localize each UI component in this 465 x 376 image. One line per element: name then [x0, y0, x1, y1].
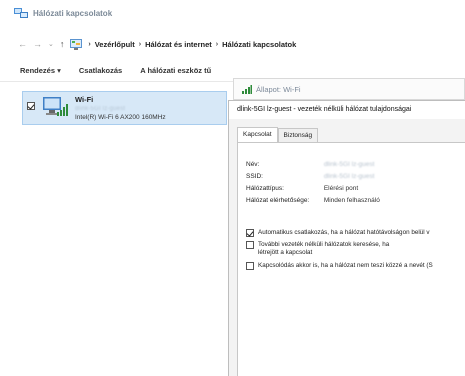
breadcrumb-control-panel[interactable]: Vezérlőpult [95, 40, 135, 49]
title-bar: Hálózati kapcsolatok [0, 0, 465, 26]
organize-dropdown-icon: ▾ [57, 66, 61, 75]
name-label: Név: [246, 161, 260, 168]
ssid-row: SSID: dlink-5GI lz-guest [246, 173, 374, 180]
wireless-properties-dialog: dlink-5GI lz-guest - vezeték nélküli hál… [228, 100, 465, 376]
adapter-network-name: dlink-5GI lz-guest [75, 106, 126, 112]
address-bar: ← → ⌄ ↑ › Vezérlőpult › Hálózat és inter… [0, 34, 465, 54]
back-arrow-icon[interactable]: ← [18, 39, 27, 49]
network-type-row: Hálózattípus: Elérési pont [246, 185, 358, 192]
adapter-device: Intel(R) Wi-Fi 6 AX200 160MHz [75, 114, 166, 121]
hidden-network-checkbox[interactable] [246, 262, 254, 270]
auto-connect-label: Automatikus csatlakozás, ha a hálózat ha… [258, 229, 430, 236]
hidden-network-option[interactable]: Kapcsolódás akkor is, ha a hálózat nem t… [246, 262, 465, 270]
adapter-name: Wi-Fi [75, 95, 94, 104]
ssid-label: SSID: [246, 173, 263, 180]
wifi-status-window[interactable]: Állapot: Wi-Fi [233, 78, 465, 100]
diagnose-button[interactable]: A hálózati eszköz tű [140, 66, 211, 75]
network-type-label: Hálózattípus: [246, 185, 284, 192]
dropdown-arrow-icon[interactable]: ⌄ [48, 40, 54, 48]
network-type-value: Elérési pont [323, 185, 359, 192]
auto-connect-checkbox[interactable] [246, 229, 254, 237]
forward-arrow-icon[interactable]: → [33, 39, 42, 49]
tab-connection[interactable]: Kapcsolat [237, 127, 278, 142]
connection-tab-panel: Név: dlink-5GI lz-guest SSID: dlink-5GI … [237, 142, 465, 376]
adapter-selection-checkbox[interactable] [27, 102, 35, 110]
dialog-title: dlink-5GI lz-guest - vezeték nélküli hál… [229, 101, 465, 119]
wifi-adapter-item[interactable]: Wi-Fi dlink-5GI lz-guest Intel(R) Wi-Fi … [22, 91, 227, 125]
availability-row: Hálózat elérhetősége: Minden felhasználó [246, 197, 380, 204]
breadcrumb-network-internet[interactable]: Hálózat és internet [145, 40, 212, 49]
search-networks-option[interactable]: További vezeték nélküli hálózatok keresé… [246, 241, 465, 257]
breadcrumb: › Vezérlőpult › Hálózat és internet › Há… [88, 39, 297, 49]
signal-strength-icon [242, 84, 252, 94]
auto-connect-option[interactable]: Automatikus csatlakozás, ha a hálózat ha… [246, 229, 465, 237]
control-panel-icon [70, 38, 83, 50]
wifi-adapter-icon [43, 97, 68, 116]
network-connections-icon [14, 8, 28, 18]
breadcrumb-network-connections[interactable]: Hálózati kapcsolatok [222, 40, 296, 49]
search-networks-checkbox[interactable] [246, 241, 254, 249]
availability-value: Minden felhasználó [323, 197, 380, 204]
up-arrow-icon[interactable]: ↑ [60, 39, 65, 49]
dialog-tabs: Kapcsolat Biztonság [237, 127, 319, 142]
name-value: dlink-5GI lz-guest [323, 161, 375, 168]
ssid-value: dlink-5GI lz-guest [323, 173, 375, 180]
tab-security[interactable]: Biztonság [277, 128, 319, 142]
hidden-network-label: Kapcsolódás akkor is, ha a hálózat nem t… [258, 262, 433, 269]
connect-button[interactable]: Csatlakozás [79, 66, 122, 75]
name-row: Név: dlink-5GI lz-guest [246, 161, 374, 168]
search-networks-label: További vezeték nélküli hálózatok keresé… [258, 241, 390, 256]
status-window-title: Állapot: Wi-Fi [256, 84, 301, 94]
window-title: Hálózati kapcsolatok [33, 8, 113, 18]
availability-label: Hálózat elérhetősége: [246, 197, 310, 204]
organize-label: Rendezés [20, 66, 56, 75]
organize-button[interactable]: Rendezés ▾ [20, 66, 61, 75]
